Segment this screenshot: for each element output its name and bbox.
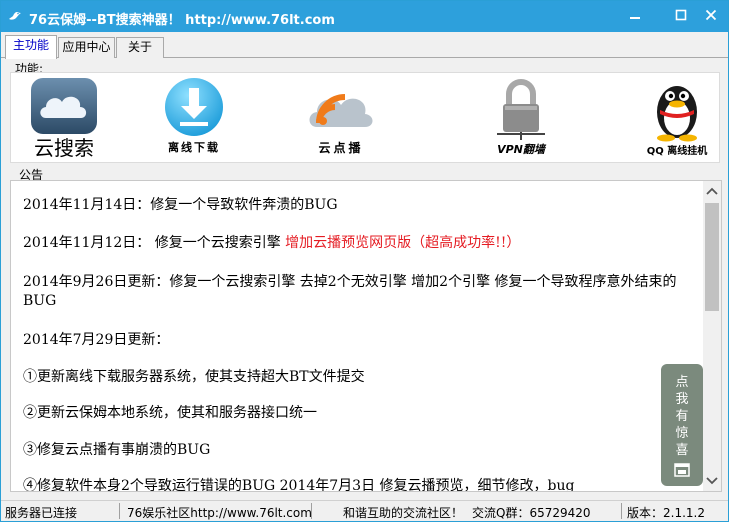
penguin-icon	[657, 86, 697, 142]
feature-label: 云点播	[318, 141, 364, 155]
offline-download-button[interactable]: 离线下载	[144, 73, 244, 162]
bird-icon	[9, 12, 21, 20]
minimize-button[interactable]	[621, 3, 649, 27]
vertical-scrollbar[interactable]	[703, 181, 721, 491]
notice-line: 2014年9月26日更新：修复一个云搜索引擎 去掉2个无效引擎 增加2个引擎 修…	[23, 274, 677, 309]
cloud-icon	[31, 78, 97, 134]
status-bar: 服务器已连接 76娱乐社区http://www.76lt.com 和谐互助的交流…	[1, 500, 728, 521]
features-group: 云搜索 离线下载 云点播 VPN翻墙 QQ 离线挂机	[10, 72, 720, 163]
maximize-button[interactable]	[667, 3, 695, 27]
notice-line: ④修复软件本身2个导致运行错误的BUG 2014年7月3日 修复云播预览，细节修…	[23, 478, 575, 492]
version-label: 版本：2.1.1.2	[627, 506, 705, 520]
notice-line: 2014年7月29日更新：	[23, 332, 170, 348]
surprise-button[interactable]: 点我有惊喜	[661, 364, 703, 486]
close-icon	[705, 9, 717, 21]
status-separator	[621, 503, 622, 519]
title-bar[interactable]: 76云保姆--BT搜索神器！ http://www.76lt.com	[1, 1, 728, 32]
status-separator	[119, 503, 120, 519]
maximize-icon	[675, 9, 687, 21]
app-window: 76云保姆--BT搜索神器！ http://www.76lt.com 主功能 应…	[0, 0, 729, 522]
tab-main-features[interactable]: 主功能	[5, 35, 57, 59]
notice-textarea[interactable]: 2014年11月14日：修复一个导致软件奔溃的BUG 2014年11月12日： …	[10, 180, 722, 492]
rss-cloud-icon	[309, 94, 373, 127]
main-panel: 功能: 云搜索 离线下载 云点播 VPN翻墙 QQ 离线挂机 公告 2014年1…	[1, 58, 728, 500]
notice-line: ①更新离线下载服务器系统，使其支持超大BT文件提交	[23, 369, 365, 385]
community-link[interactable]: 76娱乐社区http://www.76lt.com	[127, 504, 312, 521]
tab-app-center[interactable]: 应用中心	[58, 37, 115, 58]
community-slogan: 和谐互助的交流社区！	[343, 506, 464, 520]
close-button[interactable]	[697, 3, 725, 27]
scroll-thumb[interactable]	[705, 203, 719, 311]
notice-line: 2014年11月14日：修复一个导致软件奔溃的BUG	[23, 197, 338, 213]
vpn-button[interactable]: VPN翻墙	[471, 73, 571, 162]
scroll-down-arrow-icon[interactable]	[703, 473, 721, 489]
notice-line: ②更新云保姆本地系统，使其和服务器接口统一	[23, 405, 317, 421]
status-separator	[311, 503, 312, 519]
scroll-up-arrow-icon[interactable]	[703, 183, 721, 199]
download-icon	[165, 78, 223, 136]
notice-line: 2014年11月12日： 修复一个云搜索引擎 增加云播预览网页版（超高成功率!!…	[23, 234, 699, 253]
cloud-search-button[interactable]: 云搜索	[19, 73, 109, 162]
window-icon	[674, 463, 690, 477]
notice-line: ③修复云点播有事崩溃的BUG	[23, 442, 211, 458]
window-title: 76云保姆--BT搜索神器！ http://www.76lt.com	[29, 13, 335, 28]
minimize-icon	[630, 17, 640, 19]
feature-label: QQ 离线挂机	[646, 146, 708, 157]
tab-about[interactable]: 关于	[116, 37, 164, 58]
connection-status: 服务器已连接	[5, 506, 78, 520]
cloud-play-button[interactable]: 云点播	[291, 73, 391, 162]
feature-label: 云搜索	[34, 136, 94, 160]
notice-highlight: 增加云播预览网页版（超高成功率!!）	[285, 235, 521, 251]
feature-label: 离线下载	[168, 141, 220, 154]
padlock-icon	[497, 79, 545, 140]
notice-line-text: 2014年11月12日： 修复一个云搜索引擎	[23, 235, 286, 251]
surprise-button-label: 点我有惊喜	[675, 375, 689, 458]
qq-group[interactable]: 交流Q群：65729420	[472, 504, 591, 521]
qq-offline-button[interactable]: QQ 离线挂机	[633, 73, 721, 162]
feature-label: VPN翻墙	[497, 143, 545, 156]
tab-strip: 主功能 应用中心 关于	[1, 32, 728, 59]
